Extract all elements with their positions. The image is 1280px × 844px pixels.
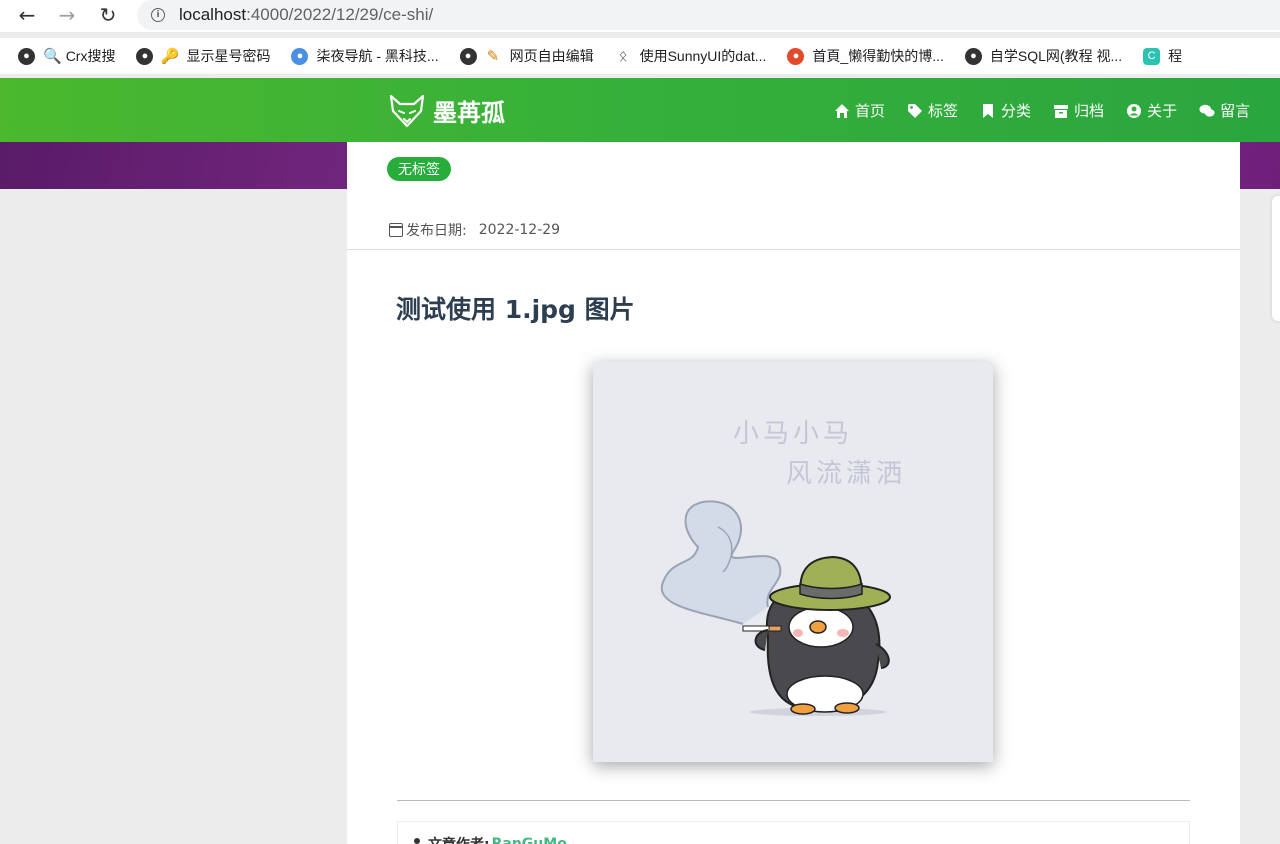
bookmark-item[interactable]: ● 柒夜导航 - 黑科技... [291, 46, 439, 66]
post-title: 测试使用 1.jpg 图片 [396, 295, 635, 324]
bookmark-label: 网页自由编辑 [509, 48, 594, 64]
bookmark-label: 显示星号密码 [186, 48, 271, 64]
side-panel-tab[interactable] [1272, 196, 1280, 321]
browser-toolbar: ← → ↻ i localhost:4000/2022/12/29/ce-shi… [0, 0, 1280, 32]
divider [347, 249, 1240, 250]
caption-line-2: 风流潇洒 [786, 459, 906, 489]
nav-item-guestbook[interactable]: 留言 [1199, 100, 1250, 121]
reload-icon[interactable]: ↻ [95, 2, 121, 28]
globe-icon: ● [136, 47, 154, 65]
bookmark-label: 柒夜导航 - 黑科技... [316, 48, 439, 64]
nav-label: 留言 [1220, 102, 1251, 120]
author-line: 文章作者: RanGuMo [412, 834, 567, 844]
bookmark-item[interactable]: ● 首頁_懒得勤快的博... [787, 46, 944, 66]
nav-label: 首页 [855, 102, 886, 120]
bookmark-label: 首頁_懒得勤快的博... [812, 48, 944, 64]
site-header: 墨苒孤 首页 标签 分类 归档 关于 留言 [0, 78, 1280, 142]
blue-logo-icon: ● [291, 47, 309, 65]
cyan-c-icon: C [1143, 47, 1161, 65]
home-icon [835, 103, 849, 118]
nav-label: 关于 [1147, 102, 1178, 120]
bookmark-label: 程 [1168, 48, 1183, 64]
line-icon: ᛟ [618, 47, 628, 65]
key-icon: 🔑 [160, 48, 180, 65]
nav-label: 归档 [1074, 102, 1105, 120]
bookmark-label: 自学SQL网(教程 视... [989, 48, 1123, 64]
nav-item-archive[interactable]: 归档 [1053, 100, 1104, 121]
nav-item-about[interactable]: 关于 [1126, 100, 1177, 121]
globe-icon: ● [459, 47, 477, 65]
back-arrow-icon[interactable]: ← [14, 2, 40, 28]
content-divider [397, 800, 1190, 801]
brand-name: 墨苒孤 [433, 99, 505, 127]
post-tag-badge[interactable]: 无标签 [387, 157, 451, 181]
caption-line-1: 小马小马 [733, 419, 853, 449]
nav-label: 标签 [928, 102, 959, 120]
bookmarks-bar: ● 🔍 Crx搜搜 ● 🔑 显示星号密码 ● 柒夜导航 - 黑科技... ● ✎… [0, 38, 1280, 74]
nav-item-home[interactable]: 首页 [834, 100, 885, 121]
nav-item-tags[interactable]: 标签 [907, 100, 958, 121]
date-value: 2022-12-29 [478, 222, 561, 238]
main-nav: 首页 标签 分类 归档 关于 留言 [834, 100, 1272, 121]
search-icon: 🔍 [43, 48, 62, 65]
user-icon [412, 838, 422, 844]
bookmark-item[interactable]: ● 自学SQL网(教程 视... [964, 46, 1123, 66]
bookmark-item[interactable]: ᛟ 使用SunnyUI的dat... [615, 46, 767, 66]
globe-icon: ● [18, 47, 35, 65]
bookmark-item[interactable]: ● ✎ 网页自由编辑 [459, 46, 594, 66]
url-host: localhost [179, 5, 247, 24]
author-label: 文章作者: [428, 834, 490, 844]
bookmark-label: Crx搜搜 [65, 48, 116, 64]
comments-icon [1199, 104, 1215, 117]
user-circle-icon [1127, 103, 1142, 118]
nav-item-categories[interactable]: 分类 [980, 100, 1031, 121]
bookmark-icon [983, 103, 994, 118]
post-info-box: 文章作者: RanGuMo [397, 821, 1190, 844]
nav-label: 分类 [1001, 102, 1032, 120]
url-path: :4000/2022/12/29/ce-shi/ [246, 5, 434, 24]
bookmark-item[interactable]: ● 🔍 Crx搜搜 [18, 46, 115, 66]
bookmark-label: 使用SunnyUI的dat... [639, 48, 767, 64]
address-bar[interactable]: i localhost:4000/2022/12/29/ce-shi/ [137, 0, 1280, 30]
tag-icon [908, 103, 923, 118]
globe-icon: ● [964, 47, 982, 65]
forward-arrow-icon[interactable]: → [54, 2, 80, 28]
calendar-icon [389, 223, 403, 237]
author-link[interactable]: RanGuMo [492, 836, 567, 844]
post-card: 无标签 发布日期: 2022-12-29 测试使用 1.jpg 图片 小马小马 … [347, 142, 1240, 844]
brand-link[interactable]: 墨苒孤 [389, 93, 505, 128]
red-logo-icon: ● [787, 47, 805, 65]
post-meta: 发布日期: 2022-12-29 [389, 220, 560, 240]
edit-icon: ✎ [486, 48, 500, 65]
archive-icon [1054, 104, 1069, 118]
bookmark-item[interactable]: C 程 [1143, 46, 1182, 66]
date-label: 发布日期: [406, 223, 467, 239]
bookmark-item[interactable]: ● 🔑 显示星号密码 [136, 46, 270, 66]
site-info-icon[interactable]: i [151, 8, 165, 22]
fox-logo-icon [389, 94, 425, 127]
post-image[interactable]: 小马小马 风流潇洒 [593, 362, 993, 762]
penguin-illustration: 小马小马 风流潇洒 [660, 419, 906, 716]
url-text[interactable]: localhost:4000/2022/12/29/ce-shi/ [179, 5, 433, 25]
